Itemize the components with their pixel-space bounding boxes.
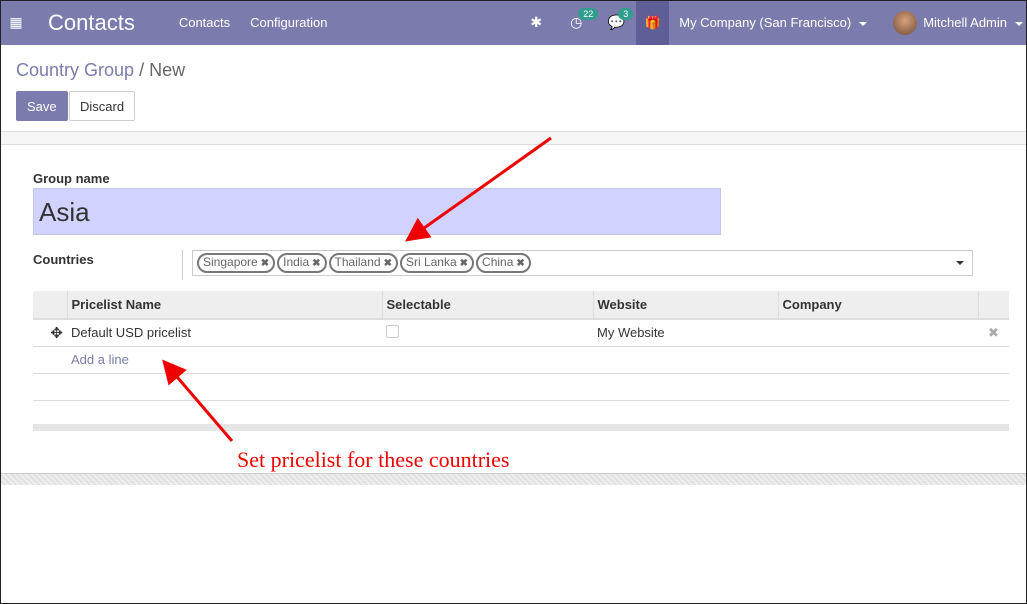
annotation-arrows [162,136,552,442]
arrow-to-pricelist [162,359,234,442]
arrow-to-countries [405,136,552,242]
annotation-text: Set pricelist for these countries [237,447,510,472]
